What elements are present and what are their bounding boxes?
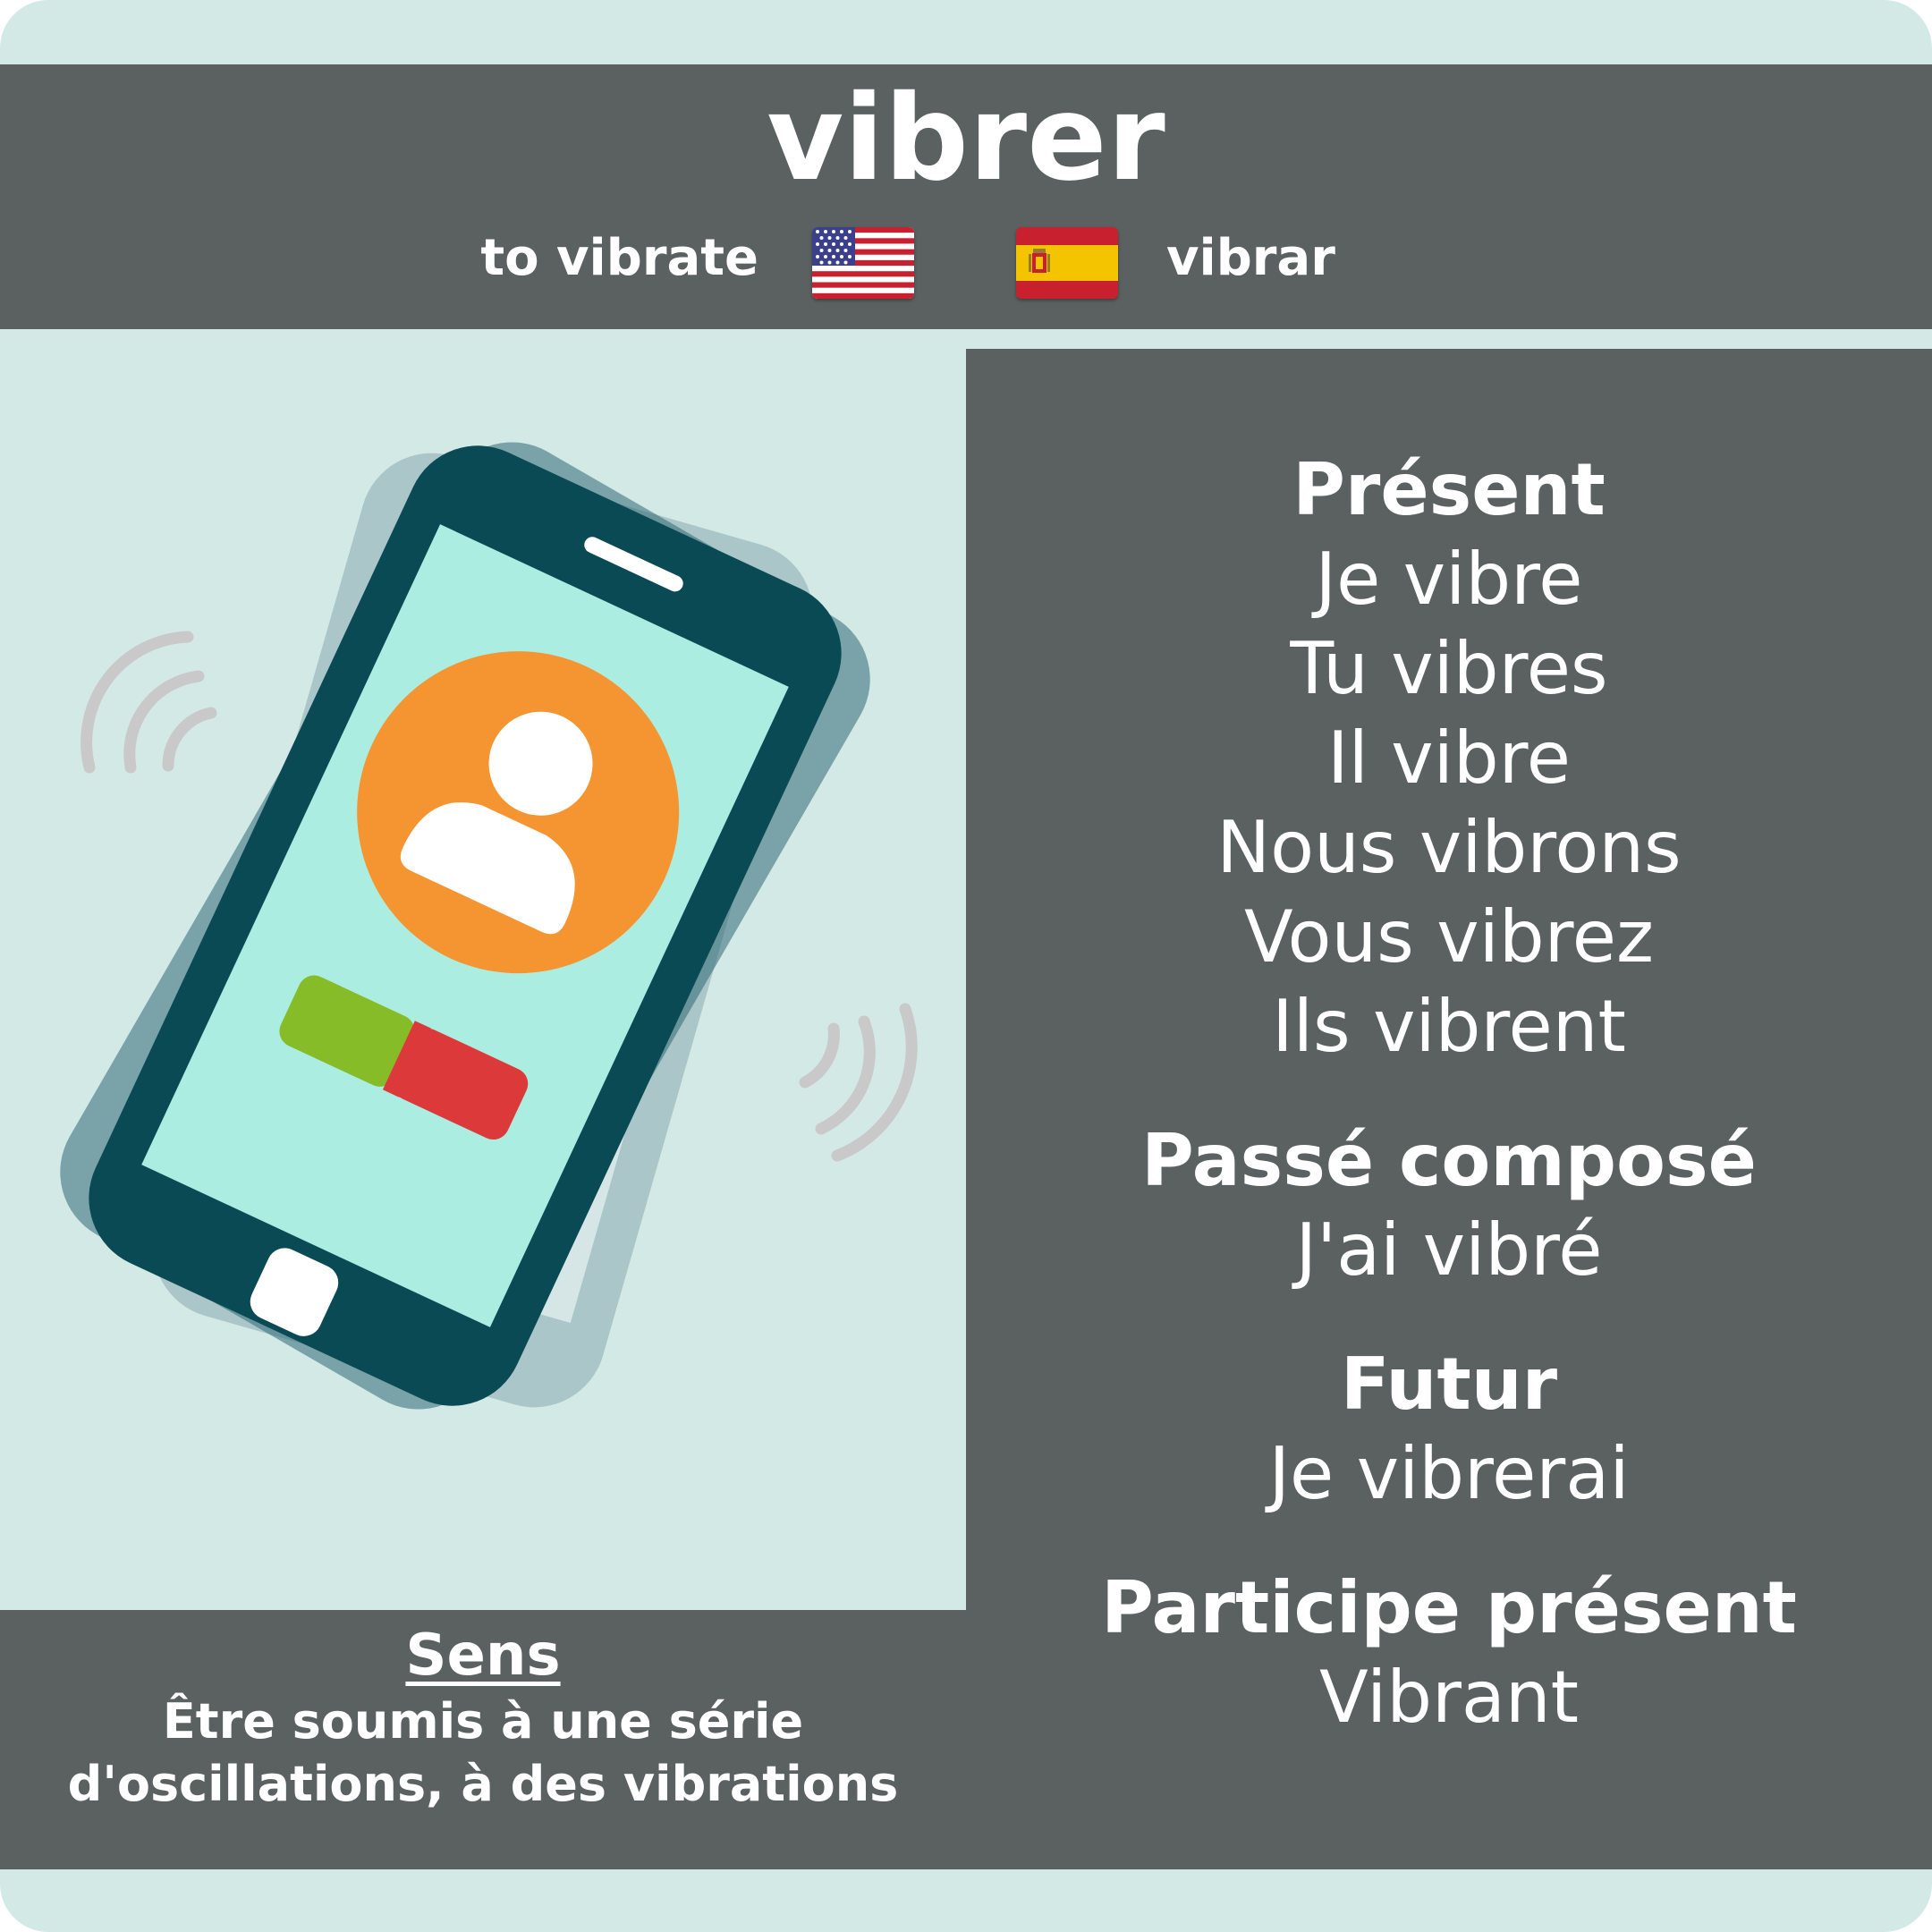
spanish-translation: vibrar [1166, 229, 1335, 287]
passe-compose-form: J'ai vibré [1295, 1208, 1603, 1292]
conjugation-list: Présent Je vibre Tu vibres Il vibre Nous… [966, 445, 1932, 1742]
futur-title: Futur [1340, 1343, 1558, 1426]
spain-flag-icon [1016, 227, 1118, 299]
meaning-line: d'oscillations, à des vibrations [67, 1756, 899, 1812]
present-form: Tu vibres [1290, 627, 1608, 710]
flashcard: vibrer to vibrate vibrar Sens Être soumi… [0, 0, 1932, 1932]
passe-compose-title: Passé composé [1141, 1119, 1757, 1202]
us-flag-icon [812, 227, 914, 299]
present-form: Il vibre [1327, 716, 1571, 800]
english-translation: to vibrate [480, 229, 758, 287]
present-form: Vous vibrez [1244, 895, 1654, 979]
meaning-title: Sens [405, 1623, 561, 1689]
participe-present-form: Vibrant [1319, 1656, 1579, 1739]
phone-icon [89, 445, 842, 1406]
present-form: Je vibre [1315, 538, 1583, 621]
vibration-waves-left-icon [80, 631, 217, 774]
present-form: Ils vibrent [1272, 985, 1626, 1068]
vibrating-phone-illustration [0, 349, 966, 1610]
vibration-waves-right-icon [799, 1003, 918, 1162]
verb-title: vibrer [767, 70, 1165, 208]
present-form: Nous vibrons [1216, 806, 1682, 889]
meaning-line: Être soumis à une série [162, 1693, 804, 1750]
meaning-text: Être soumis à une série d'oscillations, … [0, 1690, 966, 1816]
participe-present-title: Participe présent [1101, 1566, 1797, 1649]
futur-form: Je vibrerai [1268, 1432, 1630, 1515]
present-title: Présent [1292, 448, 1606, 531]
